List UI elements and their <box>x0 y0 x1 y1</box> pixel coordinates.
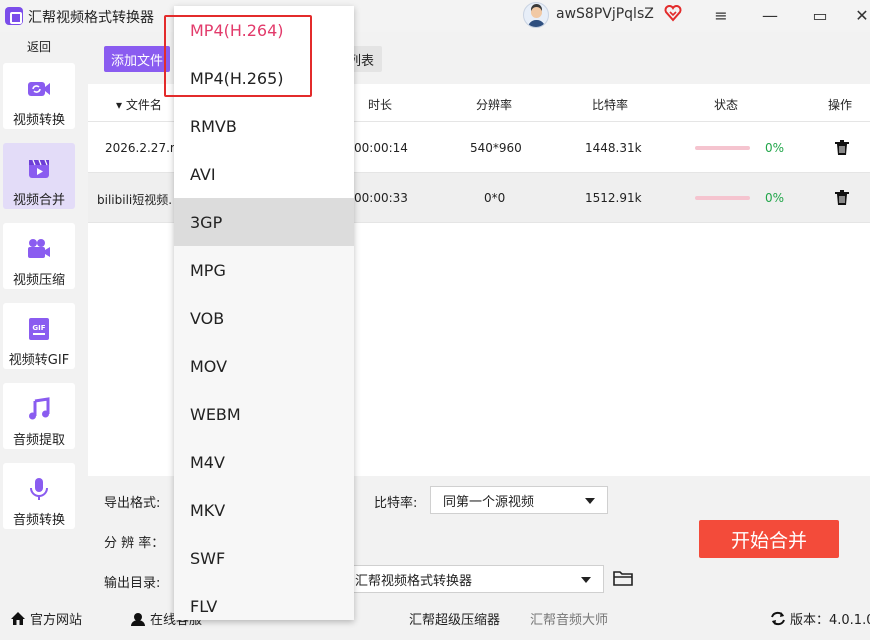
bitrate-label: 比特率: <box>374 496 418 511</box>
file-resolution: 540*960 <box>470 141 522 155</box>
column-header-duration: 时长 <box>367 98 392 112</box>
version-label: 版本：4.0.1.0 <box>790 613 870 628</box>
export-format-label: 导出格式: <box>104 496 161 511</box>
output-dir-value: 汇帮视频格式转换器 <box>355 573 473 589</box>
app-logo-icon <box>5 7 23 25</box>
sidebar-item-label: 视频转GIF <box>8 353 70 368</box>
progress-bar <box>695 196 750 200</box>
progress-bar <box>695 146 750 150</box>
format-option-avi[interactable]: AVI <box>174 150 354 198</box>
refresh-icon <box>771 611 785 626</box>
bitrate-select-value: 同第一个源视频 <box>443 494 535 510</box>
music-note-icon <box>29 397 50 420</box>
minimize-button[interactable]: — <box>748 0 792 30</box>
highlight-annotation-box <box>164 15 312 97</box>
maximize-button[interactable]: ▭ <box>798 0 842 30</box>
format-option-m4v[interactable]: M4V <box>174 438 354 486</box>
file-duration: 00:00:33 <box>354 191 408 205</box>
sidebar-item-label: 音频转换 <box>12 513 65 528</box>
sidebar-item-label: 视频合并 <box>12 193 65 208</box>
output-dir-select[interactable]: 汇帮视频格式转换器 <box>342 565 604 593</box>
sidebar-item-video-convert[interactable]: 视频转换 <box>3 63 75 129</box>
folder-icon[interactable] <box>613 570 633 586</box>
add-file-button[interactable]: 添加文件 <box>104 46 170 72</box>
video-compress-icon <box>28 239 50 258</box>
progress-percent: 0% <box>765 141 785 155</box>
file-bitrate: 1448.31k <box>585 141 642 155</box>
format-option-mov[interactable]: MOV <box>174 342 354 390</box>
sidebar-item-audio-convert[interactable]: 音频转换 <box>3 463 75 529</box>
user-avatar[interactable] <box>523 2 549 28</box>
sidebar: 返回 视频转换 视频合并 视频压缩 GIF 视频转GIF 音频提取 音频转换 <box>0 36 78 596</box>
official-website-label: 官方网站 <box>30 613 83 628</box>
sidebar-item-video-to-gif[interactable]: GIF 视频转GIF <box>3 303 75 369</box>
version-info[interactable]: 版本：4.0.1.0 <box>770 609 870 628</box>
gif-icon: GIF <box>29 318 49 340</box>
sidebar-item-video-merge[interactable]: 视频合并 <box>3 143 75 209</box>
svg-text:GIF: GIF <box>32 324 45 332</box>
sidebar-item-label: 视频转换 <box>12 113 65 128</box>
column-header-bitrate: 比特率 <box>591 98 628 112</box>
chevron-down-icon <box>585 498 595 504</box>
file-resolution: 0*0 <box>484 191 506 205</box>
column-header-name[interactable]: ▾ 文件名 <box>116 96 162 113</box>
start-merge-button[interactable]: 开始合并 <box>699 520 839 558</box>
audio-master-link[interactable]: 汇帮音频大师 <box>530 609 608 628</box>
vip-heart-icon[interactable] <box>664 4 682 22</box>
format-option-mkv[interactable]: MKV <box>174 486 354 534</box>
format-option-mpg[interactable]: MPG <box>174 246 354 294</box>
microphone-icon <box>30 478 48 500</box>
column-header-action: 操作 <box>827 98 852 112</box>
app-title: 汇帮视频格式转换器 <box>28 10 154 26</box>
sidebar-item-label: 视频压缩 <box>12 273 65 288</box>
menu-icon[interactable]: ≡ <box>699 0 743 30</box>
sidebar-item-label: 音频提取 <box>12 433 65 448</box>
progress-percent: 0% <box>765 191 785 205</box>
format-dropdown-list[interactable]: MP4(H.264) MP4(H.265) RMVB AVI 3GP MPG V… <box>174 6 354 620</box>
username[interactable]: awS8PVjPqlsZ <box>556 6 654 22</box>
column-header-status: 状态 <box>713 98 738 112</box>
status-bar: 官方网站 在线客服 汇帮超级压缩器 汇帮音频大师 版本：4.0.1.0 <box>0 598 870 640</box>
format-option-flv[interactable]: FLV <box>174 582 354 620</box>
compressor-link[interactable]: 汇帮超级压缩器 <box>409 609 500 628</box>
format-option-webm[interactable]: WEBM <box>174 390 354 438</box>
customer-service-icon <box>131 613 145 626</box>
resolution-label: 分 辨 率： <box>104 536 165 551</box>
file-name: bilibili短视频. <box>97 193 173 207</box>
delete-icon[interactable] <box>835 190 849 205</box>
bitrate-select[interactable]: 同第一个源视频 <box>430 486 608 514</box>
file-bitrate: 1512.91k <box>585 191 642 205</box>
format-option-rmvb[interactable]: RMVB <box>174 102 354 150</box>
format-option-swf[interactable]: SWF <box>174 534 354 582</box>
file-duration: 00:00:14 <box>354 141 408 155</box>
format-option-3gp[interactable]: 3GP <box>174 198 354 246</box>
video-merge-icon <box>29 159 49 178</box>
sidebar-item-video-compress[interactable]: 视频压缩 <box>3 223 75 289</box>
close-button[interactable]: ✕ <box>840 0 870 30</box>
delete-icon[interactable] <box>835 140 849 155</box>
sidebar-item-audio-extract[interactable]: 音频提取 <box>3 383 75 449</box>
output-dir-label: 输出目录: <box>104 576 161 591</box>
title-bar: 汇帮视频格式转换器 awS8PVjPqlsZ ≡ — ▭ ✕ <box>0 0 870 32</box>
back-button[interactable]: 返回 <box>0 38 78 58</box>
chevron-down-icon <box>581 577 591 583</box>
column-header-resolution: 分辨率 <box>475 98 512 112</box>
home-icon <box>11 612 25 625</box>
official-website-link[interactable]: 官方网站 <box>10 609 82 628</box>
video-convert-icon <box>28 82 50 96</box>
file-name: 2026.2.27.m <box>105 141 182 155</box>
format-option-vob[interactable]: VOB <box>174 294 354 342</box>
